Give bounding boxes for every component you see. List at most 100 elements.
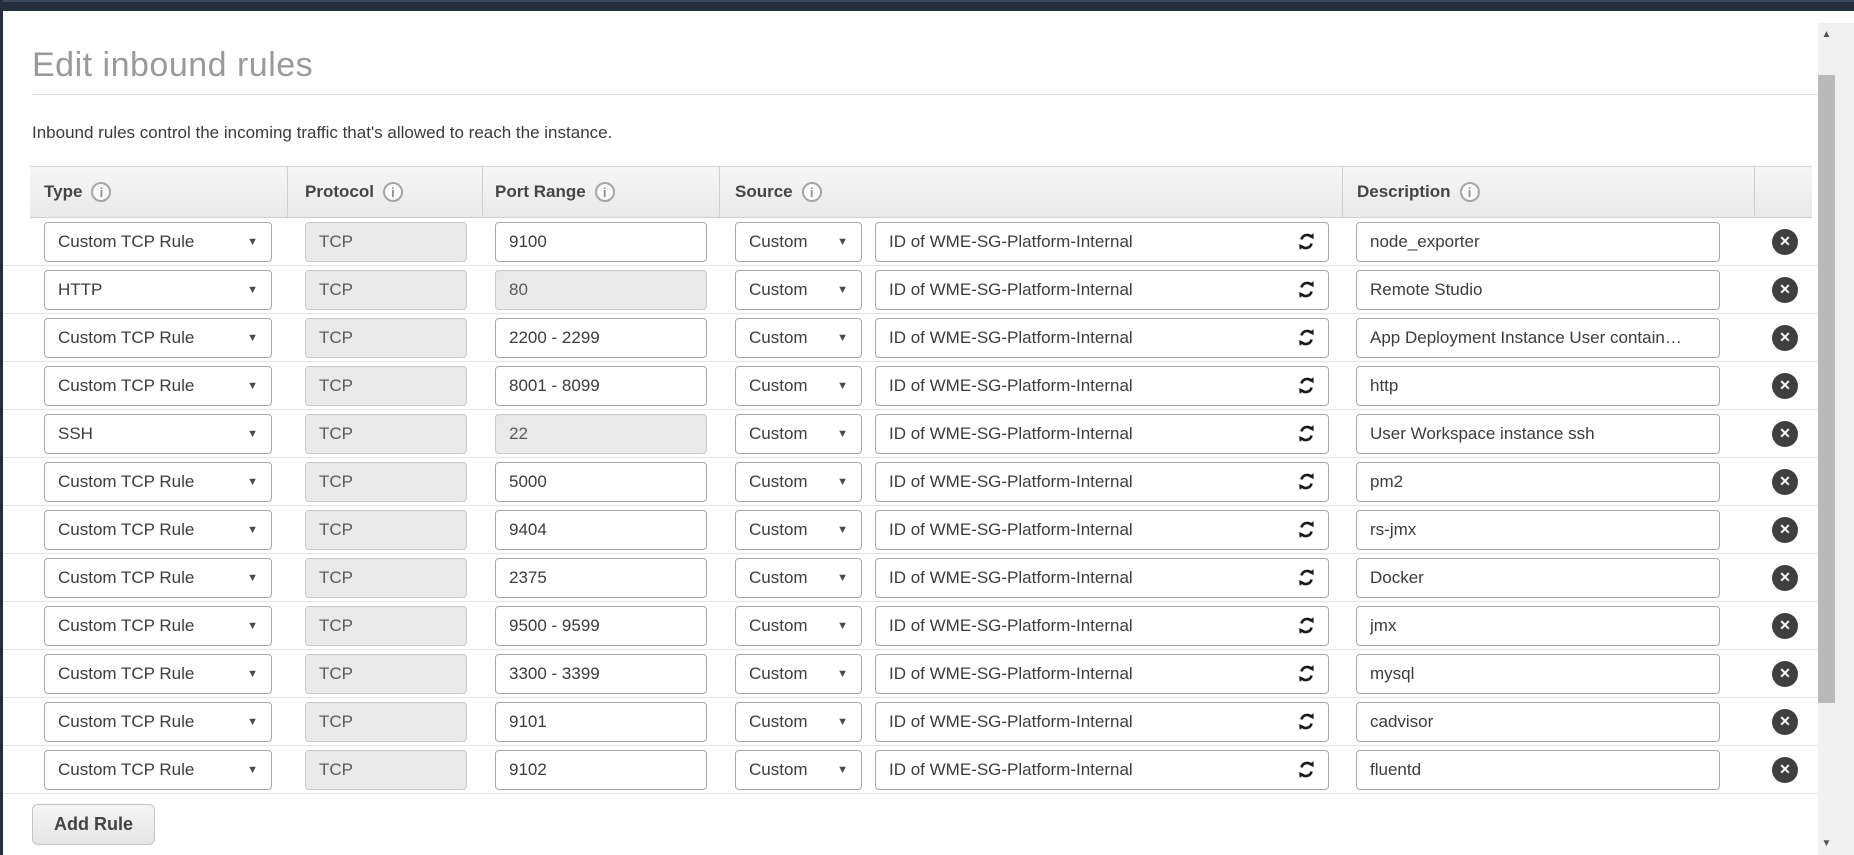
- source-mode-select[interactable]: Custom ▼: [735, 702, 862, 742]
- delete-rule-button[interactable]: ✕: [1772, 613, 1798, 639]
- source-mode-select[interactable]: Custom ▼: [735, 222, 862, 262]
- refresh-icon[interactable]: [1296, 711, 1317, 732]
- description-input[interactable]: [1356, 558, 1720, 598]
- refresh-icon[interactable]: [1296, 519, 1317, 540]
- description-input[interactable]: [1356, 318, 1720, 358]
- description-input[interactable]: [1356, 366, 1720, 406]
- refresh-icon[interactable]: [1296, 759, 1317, 780]
- source-field[interactable]: [875, 606, 1329, 646]
- source-value-input[interactable]: [889, 664, 1296, 684]
- delete-rule-button[interactable]: ✕: [1772, 421, 1798, 447]
- type-select[interactable]: Custom TCP Rule ▼: [44, 606, 272, 646]
- port-range-input[interactable]: [495, 366, 707, 406]
- delete-rule-button[interactable]: ✕: [1772, 469, 1798, 495]
- source-mode-select[interactable]: Custom ▼: [735, 318, 862, 358]
- source-field[interactable]: [875, 558, 1329, 598]
- type-select[interactable]: Custom TCP Rule ▼: [44, 510, 272, 550]
- source-value-input[interactable]: [889, 424, 1296, 444]
- source-value-input[interactable]: [889, 712, 1296, 732]
- port-range-input[interactable]: [495, 750, 707, 790]
- port-range-input[interactable]: [495, 558, 707, 598]
- source-field[interactable]: [875, 654, 1329, 694]
- source-field[interactable]: [875, 366, 1329, 406]
- refresh-icon[interactable]: [1296, 471, 1317, 492]
- source-field[interactable]: [875, 462, 1329, 502]
- port-range-input[interactable]: [495, 222, 707, 262]
- port-range-input[interactable]: [495, 462, 707, 502]
- delete-rule-button[interactable]: ✕: [1772, 229, 1798, 255]
- delete-rule-button[interactable]: ✕: [1772, 277, 1798, 303]
- refresh-icon[interactable]: [1296, 423, 1317, 444]
- description-input[interactable]: [1356, 750, 1720, 790]
- description-input[interactable]: [1356, 270, 1720, 310]
- source-mode-select[interactable]: Custom ▼: [735, 558, 862, 598]
- type-select[interactable]: Custom TCP Rule ▼: [44, 750, 272, 790]
- source-value-input[interactable]: [889, 520, 1296, 540]
- type-select[interactable]: Custom TCP Rule ▼: [44, 702, 272, 742]
- description-input[interactable]: [1356, 462, 1720, 502]
- info-icon[interactable]: i: [595, 182, 615, 202]
- source-mode-select[interactable]: Custom ▼: [735, 270, 862, 310]
- type-select[interactable]: Custom TCP Rule ▼: [44, 222, 272, 262]
- source-mode-select[interactable]: Custom ▼: [735, 654, 862, 694]
- add-rule-button[interactable]: Add Rule: [32, 804, 155, 845]
- port-range-input[interactable]: [495, 654, 707, 694]
- delete-rule-button[interactable]: ✕: [1772, 325, 1798, 351]
- source-field[interactable]: [875, 702, 1329, 742]
- type-select[interactable]: Custom TCP Rule ▼: [44, 318, 272, 358]
- scrollbar-down-arrow-icon[interactable]: ▼: [1818, 838, 1835, 849]
- delete-rule-button[interactable]: ✕: [1772, 709, 1798, 735]
- delete-rule-button[interactable]: ✕: [1772, 517, 1798, 543]
- type-select[interactable]: Custom TCP Rule ▼: [44, 366, 272, 406]
- source-mode-select[interactable]: Custom ▼: [735, 462, 862, 502]
- info-icon[interactable]: i: [91, 182, 111, 202]
- source-field[interactable]: [875, 222, 1329, 262]
- refresh-icon[interactable]: [1296, 567, 1317, 588]
- source-field[interactable]: [875, 750, 1329, 790]
- source-field[interactable]: [875, 318, 1329, 358]
- scrollbar-up-arrow-icon[interactable]: ▲: [1818, 29, 1835, 40]
- source-mode-select[interactable]: Custom ▼: [735, 366, 862, 406]
- type-select[interactable]: HTTP ▼: [44, 270, 272, 310]
- refresh-icon[interactable]: [1296, 327, 1317, 348]
- source-value-input[interactable]: [889, 328, 1296, 348]
- info-icon[interactable]: i: [383, 182, 403, 202]
- type-select[interactable]: Custom TCP Rule ▼: [44, 558, 272, 598]
- port-range-input[interactable]: [495, 510, 707, 550]
- refresh-icon[interactable]: [1296, 375, 1317, 396]
- type-select[interactable]: Custom TCP Rule ▼: [44, 654, 272, 694]
- description-input[interactable]: [1356, 510, 1720, 550]
- delete-rule-button[interactable]: ✕: [1772, 373, 1798, 399]
- port-range-input[interactable]: [495, 702, 707, 742]
- delete-rule-button[interactable]: ✕: [1772, 757, 1798, 783]
- port-range-input[interactable]: [495, 606, 707, 646]
- source-mode-select[interactable]: Custom ▼: [735, 750, 862, 790]
- source-value-input[interactable]: [889, 472, 1296, 492]
- delete-rule-button[interactable]: ✕: [1772, 661, 1798, 687]
- description-input[interactable]: [1356, 654, 1720, 694]
- vertical-scrollbar[interactable]: ▲ ▼: [1818, 23, 1854, 855]
- source-value-input[interactable]: [889, 280, 1296, 300]
- delete-rule-button[interactable]: ✕: [1772, 565, 1798, 591]
- type-select[interactable]: Custom TCP Rule ▼: [44, 462, 272, 502]
- description-input[interactable]: [1356, 702, 1720, 742]
- source-value-input[interactable]: [889, 376, 1296, 396]
- refresh-icon[interactable]: [1296, 615, 1317, 636]
- source-field[interactable]: [875, 414, 1329, 454]
- source-value-input[interactable]: [889, 616, 1296, 636]
- info-icon[interactable]: i: [802, 182, 822, 202]
- description-input[interactable]: [1356, 222, 1720, 262]
- refresh-icon[interactable]: [1296, 231, 1317, 252]
- type-select[interactable]: SSH ▼: [44, 414, 272, 454]
- source-mode-select[interactable]: Custom ▼: [735, 606, 862, 646]
- port-range-input[interactable]: [495, 318, 707, 358]
- source-mode-select[interactable]: Custom ▼: [735, 510, 862, 550]
- info-icon[interactable]: i: [1460, 182, 1480, 202]
- refresh-icon[interactable]: [1296, 663, 1317, 684]
- description-input[interactable]: [1356, 414, 1720, 454]
- source-value-input[interactable]: [889, 760, 1296, 780]
- source-field[interactable]: [875, 510, 1329, 550]
- description-input[interactable]: [1356, 606, 1720, 646]
- scrollbar-thumb[interactable]: [1818, 75, 1835, 703]
- source-value-input[interactable]: [889, 232, 1296, 252]
